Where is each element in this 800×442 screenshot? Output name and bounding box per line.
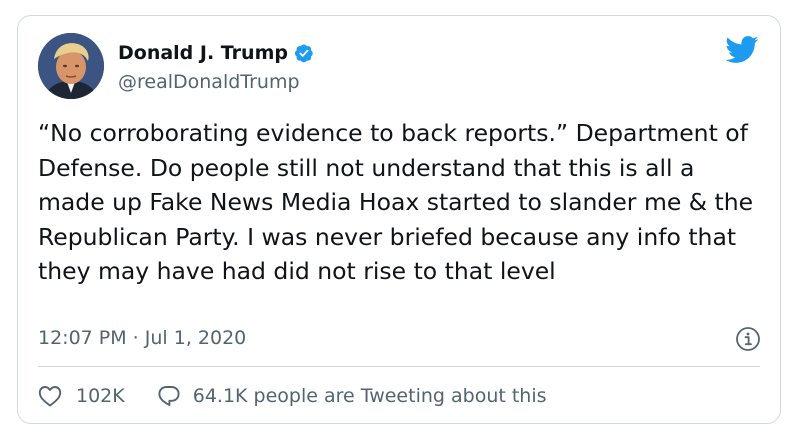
verified-badge-icon xyxy=(294,43,314,63)
info-icon[interactable] xyxy=(735,326,761,352)
tweet-text: “No corroborating evidence to back repor… xyxy=(38,119,754,285)
divider xyxy=(38,366,760,367)
twitter-bird-icon[interactable] xyxy=(725,36,759,64)
tweet-actions: 102K 64.1K people are Tweeting about thi… xyxy=(38,384,547,408)
tweet-card[interactable]: Donald J. Trump @realDonaldTrump “No cor… xyxy=(17,15,781,424)
author-display-name[interactable]: Donald J. Trump xyxy=(118,42,288,64)
conversation-label: 64.1K people are Tweeting about this xyxy=(192,385,547,407)
speech-bubble-icon xyxy=(157,384,181,408)
author-handle[interactable]: @realDonaldTrump xyxy=(118,71,300,93)
heart-icon xyxy=(38,385,62,407)
avatar[interactable] xyxy=(38,33,104,99)
like-count: 102K xyxy=(76,385,125,407)
conversation-link[interactable]: 64.1K people are Tweeting about this xyxy=(157,384,547,408)
tweet-timestamp[interactable]: 12:07 PM · Jul 1, 2020 xyxy=(38,327,246,349)
author-name-row: Donald J. Trump xyxy=(118,42,314,64)
like-button[interactable]: 102K xyxy=(38,385,125,407)
